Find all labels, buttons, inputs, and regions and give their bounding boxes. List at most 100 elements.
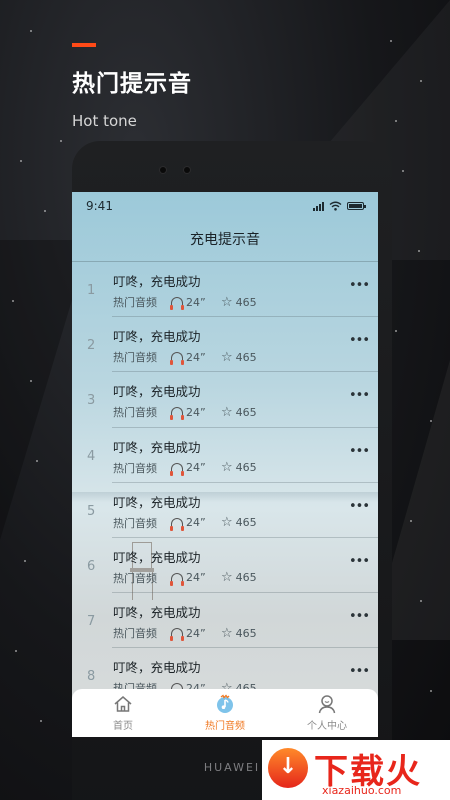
item-meta: 热门音频 24” ☆465 (113, 349, 257, 366)
star-icon[interactable]: ☆ (221, 351, 233, 364)
front-camera (184, 167, 190, 173)
item-index: 3 (87, 393, 96, 409)
more-options-icon[interactable]: ••• (349, 278, 370, 293)
star-icon[interactable]: ☆ (221, 406, 233, 419)
tone-list: 1 叮咚，充电成功 热门音频 24” ☆ 465 ••• 2 叮咚，充电成功 热门音频 24” ☆ 46… (72, 262, 378, 704)
tab-hot-audio[interactable]: 热门音频 (174, 689, 276, 737)
star-icon[interactable]: ☆ (221, 571, 233, 584)
item-likes: 465 (235, 626, 257, 640)
phone-screen: 9:41 充电提示音 1 叮咚，充电成功 热门音频 24” ☆ 465 ••• 2 叮咚，充电成… (72, 192, 378, 737)
headphone-icon (170, 628, 184, 642)
item-index: 7 (87, 614, 96, 630)
item-title: 叮咚，充电成功 (113, 439, 201, 455)
background-star (420, 600, 422, 602)
page-title: 充电提示音 (190, 232, 260, 248)
item-likes: 465 (235, 571, 257, 585)
wifi-icon (329, 201, 342, 211)
more-options-icon[interactable]: ••• (349, 444, 370, 459)
item-meta: 热门音频 24” ☆465 (113, 570, 257, 586)
more-options-icon[interactable]: ••• (349, 333, 370, 348)
item-likes: 465 (235, 405, 257, 419)
background-star (418, 250, 420, 252)
watermark: 下载火 xiazaihuo.com (262, 740, 450, 800)
item-duration: 24” (186, 295, 206, 309)
list-item[interactable]: 3 叮咚，充电成功热门音频 24” ☆ 465 ••• (72, 372, 378, 428)
list-item[interactable]: 5 叮咚，充电成功 热门音频 24” ☆ 465 ••• (72, 483, 378, 538)
background-star (36, 460, 38, 462)
item-meta: 热门音频 24” ☆465 (113, 625, 257, 642)
sensor-dot (160, 167, 166, 173)
star-icon[interactable]: ☆ (221, 296, 233, 309)
more-options-icon[interactable]: ••• (349, 609, 370, 624)
item-meta: 热门音频 24” ☆465 (113, 294, 257, 310)
watermark-logo-icon (268, 748, 308, 788)
headphone-icon (170, 352, 184, 366)
more-options-icon[interactable]: ••• (349, 664, 370, 679)
item-title: 叮咚，充电成功 (113, 605, 201, 621)
item-index: 4 (87, 448, 96, 464)
background-star (430, 420, 432, 422)
status-time: 9:41 (86, 199, 113, 213)
tab-profile[interactable]: 个人中心 (276, 689, 378, 737)
more-options-icon[interactable]: ••• (349, 388, 370, 403)
item-category: 热门音频 (113, 351, 157, 365)
more-options-icon[interactable]: ••• (349, 554, 370, 569)
item-title: 叮咚，充电成功 (113, 274, 201, 289)
item-category: 热门音频 (113, 516, 157, 530)
signal-icon (313, 201, 324, 211)
item-title: 叮咚，充电成功 (113, 384, 201, 400)
headphone-icon (170, 517, 184, 531)
home-icon (114, 696, 132, 712)
item-title: 叮咚，充电成功 (113, 329, 201, 345)
item-duration: 24” (186, 626, 206, 640)
tab-label: 个人中心 (307, 721, 347, 732)
item-index: 1 (87, 283, 96, 298)
tab-label: 首页 (113, 721, 133, 732)
user-icon (318, 695, 336, 714)
background-star (40, 720, 42, 722)
subline: Hot tone (72, 112, 137, 130)
item-likes: 465 (235, 295, 257, 309)
tab-label: 热门音频 (205, 721, 245, 732)
item-category: 热门音频 (113, 461, 157, 475)
headphone-icon (170, 572, 184, 586)
star-icon[interactable]: ☆ (221, 627, 233, 640)
item-title: 叮咚，充电成功 (113, 660, 201, 676)
accent-bar (72, 43, 96, 47)
item-index: 2 (87, 338, 96, 354)
item-meta: 热门音频 24” ☆465 (113, 404, 257, 421)
item-duration: 24” (186, 461, 206, 475)
star-icon[interactable]: ☆ (221, 461, 233, 474)
tab-bar: 首页 热门音频 个人中心 (72, 689, 378, 737)
item-likes: 465 (235, 461, 257, 475)
item-duration: 24” (186, 350, 206, 364)
list-item[interactable]: 6 叮咚，充电成功 热门音频 24” ☆ 465 ••• (72, 538, 378, 594)
item-meta: 热门音频 24” ☆465 (113, 460, 257, 476)
item-index: 6 (87, 558, 96, 574)
headphone-icon (170, 407, 184, 421)
item-index: 5 (87, 503, 96, 519)
background-star (420, 80, 422, 82)
list-item[interactable]: 1 叮咚，充电成功 热门音频 24” ☆ 465 ••• (72, 262, 378, 318)
tab-home[interactable]: 首页 (72, 689, 174, 737)
battery-icon (347, 202, 366, 210)
item-likes: 465 (235, 350, 257, 364)
more-options-icon[interactable]: ••• (349, 499, 370, 514)
star-icon[interactable]: ☆ (221, 516, 233, 529)
list-item[interactable]: 2 叮咚，充电成功 热门音频 24” ☆ 465 ••• (72, 317, 378, 373)
background-star (390, 40, 392, 42)
item-category: 热门音频 (113, 571, 157, 585)
item-index: 8 (87, 669, 96, 685)
background-star (410, 520, 412, 522)
headline: 热门提示音 (72, 71, 192, 97)
list-item[interactable]: 7 叮咚，充电成功 热门音频 24” ☆ 465 ••• (72, 593, 378, 649)
item-likes: 465 (235, 516, 257, 530)
background-star (430, 690, 432, 692)
music-icon (217, 694, 233, 713)
item-category: 热门音频 (113, 406, 157, 420)
list-item[interactable]: 4 叮咚，充电成功 热门音频 24” ☆ 465 ••• (72, 428, 378, 483)
watermark-url: xiazaihuo.com (322, 784, 402, 797)
item-category: 热门音频 (113, 296, 157, 309)
background-star (60, 140, 62, 142)
background-star (20, 160, 22, 162)
